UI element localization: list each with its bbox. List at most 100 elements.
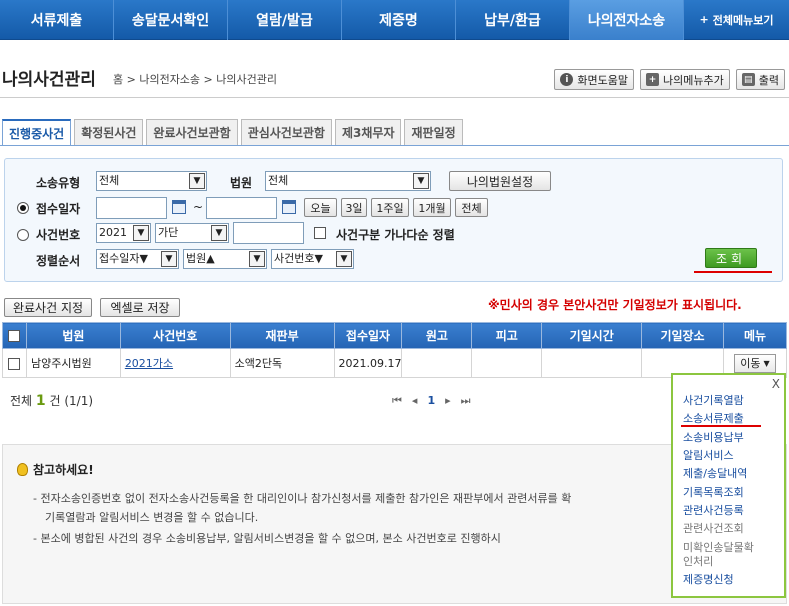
complete-case-button[interactable]: 완료사건 지정 (4, 298, 92, 317)
case-number-input[interactable] (233, 222, 304, 244)
all-menu-label: 전체메뉴보기 (712, 13, 774, 27)
move-menu-button[interactable]: 이동 ▼ (734, 353, 776, 373)
case-type-label: 소송유형 (36, 176, 81, 190)
sort-by-name-checkbox[interactable] (314, 227, 326, 239)
year-select[interactable]: 2021 ▼ (96, 223, 151, 243)
notice-text: ※민사의 경우 본안사건만 기일정보가 표시됩니다. (488, 298, 742, 312)
search-button[interactable]: 조회 (705, 248, 757, 268)
tab-third-debtor[interactable]: 제3채무자 (334, 119, 402, 145)
nav-my-elitigation[interactable]: 나의전자소송 (570, 0, 684, 40)
close-icon[interactable]: X (772, 377, 780, 391)
date-label: 접수일자 (36, 202, 81, 216)
case-action-menu: X 사건기록열람 소송서류제출 소송비용납부 알림서비스 제출/송달내역 기록목… (671, 373, 786, 598)
info-icon: i (560, 73, 574, 86)
menu-view-records[interactable]: 사건기록열람 (683, 392, 744, 408)
nav-delivery-check[interactable]: 송달문서확인 (114, 0, 228, 40)
period-3day-button[interactable]: 3일 (341, 198, 367, 217)
case-no-link[interactable]: 2021가소 (125, 357, 173, 370)
total-suffix: 건 (1/1) (49, 394, 94, 408)
row-division: 소액2단독 (229, 348, 335, 378)
nav-submit-docs[interactable]: 서류제출 (0, 0, 114, 40)
all-menu-link[interactable]: + 전체메뉴보기 (684, 0, 789, 39)
annotation-underline (694, 271, 772, 273)
lightbulb-icon (17, 463, 28, 476)
case-type-select[interactable]: 전체 ▼ (96, 171, 207, 191)
print-label: 출력 (758, 73, 779, 87)
chevron-down-icon: ▼ (133, 225, 149, 241)
date-radio[interactable] (17, 202, 29, 214)
help-label: 화면도움말 (577, 73, 629, 87)
annotation-underline (681, 425, 761, 427)
select-all-header[interactable] (2, 322, 27, 349)
row-date: 2021.09.17 (333, 348, 403, 378)
tab-interest[interactable]: 관심사건보관함 (240, 119, 332, 145)
year-value: 2021 (99, 226, 127, 239)
help-button[interactable]: i 화면도움말 (554, 69, 635, 90)
tab-schedule[interactable]: 재판일정 (404, 119, 463, 145)
caseno-label: 사건번호 (36, 228, 81, 242)
info-title-text: 참고하세요! (33, 463, 94, 477)
add-menu-button[interactable]: + 나의메뉴추가 (640, 69, 730, 90)
prev-page-icon[interactable]: ◂ (412, 394, 418, 408)
case-tabs: 진행중사건 확정된사건 완료사건보관함 관심사건보관함 제3채무자 재판일정 (2, 119, 463, 145)
period-1month-button[interactable]: 1개월 (413, 198, 451, 217)
total-number: 1 (35, 393, 46, 409)
date-to-input[interactable] (206, 197, 277, 219)
info-line-3: - 본소에 병합된 사건의 경우 소송비용납부, 알림서비스변경을 할 수 없으… (33, 532, 501, 545)
excel-export-button[interactable]: 엑셀로 저장 (100, 298, 180, 317)
period-all-button[interactable]: 전체 (455, 198, 488, 217)
period-today-button[interactable]: 오늘 (304, 198, 337, 217)
row-checkbox[interactable] (8, 357, 21, 370)
menu-unconfirmed-delivery-line2[interactable]: 인처리 (683, 553, 713, 569)
nav-payment-refund[interactable]: 납부/환급 (456, 0, 570, 40)
caseno-radio[interactable] (17, 229, 29, 241)
menu-certificate-request[interactable]: 제증명신청 (683, 571, 734, 587)
sort-order-label: 정렬순서 (36, 254, 81, 268)
menu-submit-docs[interactable]: 소송서류제출 (683, 410, 744, 426)
header-buttons: i 화면도움말 + 나의메뉴추가 ▤ 출력 (554, 69, 785, 90)
tab-underline (0, 145, 789, 146)
period-1week-button[interactable]: 1주일 (371, 198, 409, 217)
nav-view-issue[interactable]: 열람/발급 (228, 0, 342, 40)
print-button[interactable]: ▤ 출력 (735, 69, 785, 90)
menu-register-related[interactable]: 관련사건등록 (683, 502, 744, 518)
header-divider (0, 97, 789, 98)
menu-record-list[interactable]: 기록목록조회 (683, 484, 744, 500)
sort1-select[interactable]: 접수일자▼ ▼ (96, 249, 179, 269)
sort1-value: 접수일자▼ (99, 252, 148, 265)
date-from-input[interactable] (96, 197, 167, 219)
menu-view-related[interactable]: 관련사건조회 (683, 520, 744, 536)
last-page-icon[interactable]: ⏭ (461, 394, 471, 408)
printer-icon: ▤ (741, 73, 755, 86)
first-page-icon[interactable]: ⏮ (392, 394, 402, 408)
nav-certificate[interactable]: 제증명 (342, 0, 456, 40)
chevron-down-icon: ▼ (336, 251, 352, 267)
table-row: 남양주시법원 2021가소 소액2단독 2021.09.17 이동 ▼ (2, 348, 788, 378)
current-page[interactable]: 1 (427, 394, 435, 408)
row-select-cell[interactable] (2, 348, 27, 378)
tab-completed[interactable]: 완료사건보관함 (146, 119, 238, 145)
col-hearing-time: 기일시간 (541, 322, 643, 349)
tab-ongoing[interactable]: 진행중사건 (2, 119, 72, 145)
col-menu: 메뉴 (722, 322, 788, 349)
next-page-icon[interactable]: ▸ (445, 394, 451, 408)
col-case-no: 사건번호 (119, 322, 231, 349)
menu-notification[interactable]: 알림서비스 (683, 447, 734, 463)
pagination: ⏮ ◂ 1 ▸ ⏭ (392, 394, 471, 408)
tab-confirmed[interactable]: 확정된사건 (74, 119, 144, 145)
case-code-select[interactable]: 가단 ▼ (155, 223, 229, 243)
chevron-down-icon: ▼ (189, 173, 205, 189)
plus-icon: + (699, 13, 709, 26)
select-all-checkbox[interactable] (8, 330, 21, 342)
menu-submit-delivery-history[interactable]: 제출/송달내역 (683, 465, 747, 481)
calendar-icon[interactable] (172, 200, 186, 214)
court-select[interactable]: 전체 ▼ (265, 171, 431, 191)
my-court-settings-button[interactable]: 나의법원설정 (449, 171, 551, 191)
sort3-select[interactable]: 사건번호▼ ▼ (271, 249, 354, 269)
row-case-no-cell: 2021가소 (119, 348, 231, 378)
sort2-select[interactable]: 법원▲ ▼ (183, 249, 267, 269)
caret-down-icon: ▼ (763, 358, 770, 368)
case-code-value: 가단 (158, 226, 179, 239)
menu-pay-costs[interactable]: 소송비용납부 (683, 429, 744, 445)
calendar-icon[interactable] (282, 200, 296, 214)
